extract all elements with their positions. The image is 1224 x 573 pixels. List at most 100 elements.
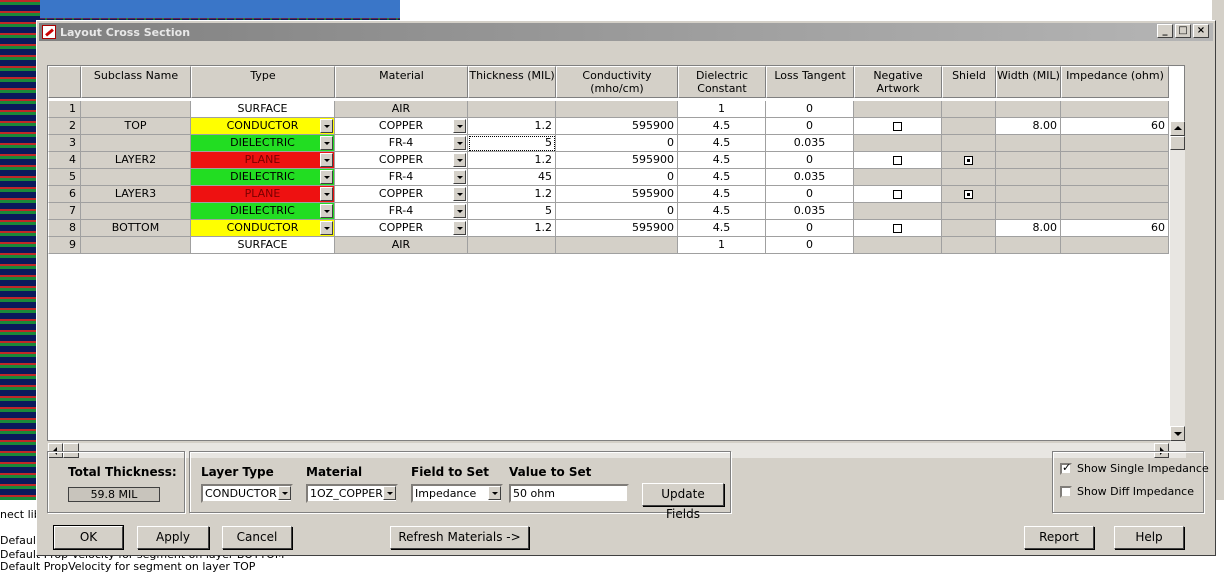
cell-type[interactable]: DIELECTRIC bbox=[191, 135, 335, 152]
table-row[interactable]: 4 LAYER2 PLANE COPPER 1.2 595900 4.5 0 bbox=[48, 152, 1169, 169]
report-button[interactable]: Report bbox=[1024, 526, 1094, 549]
cell-shield[interactable] bbox=[942, 152, 996, 169]
chevron-down-icon[interactable] bbox=[320, 204, 333, 218]
cell-dielectric-constant[interactable]: 4.5 bbox=[678, 118, 766, 135]
cell-material[interactable]: FR-4 bbox=[335, 169, 468, 186]
cell-conductivity[interactable]: 0 bbox=[556, 135, 678, 152]
cell-shield[interactable] bbox=[942, 220, 996, 237]
cell-subclass-name[interactable] bbox=[81, 135, 191, 152]
chevron-down-icon[interactable] bbox=[320, 136, 333, 150]
cell-subclass-name[interactable] bbox=[81, 203, 191, 220]
table-row[interactable]: 1 SURFACE AIR 1 0 bbox=[48, 101, 1169, 118]
negative-artwork-checkbox[interactable] bbox=[893, 121, 902, 131]
cell-material[interactable]: COPPER bbox=[335, 186, 468, 203]
help-button[interactable]: Help bbox=[1114, 526, 1184, 549]
chevron-down-icon[interactable] bbox=[383, 486, 396, 500]
cell-impedance[interactable] bbox=[1061, 101, 1169, 118]
cell-conductivity[interactable] bbox=[556, 101, 678, 118]
chevron-down-icon[interactable] bbox=[278, 486, 291, 500]
cell-thickness[interactable]: 45 bbox=[468, 169, 556, 186]
cell-conductivity[interactable] bbox=[556, 237, 678, 254]
column-header-dielectric-constant[interactable]: Dielectric Constant bbox=[678, 66, 766, 98]
cell-material[interactable]: FR-4 bbox=[335, 135, 468, 152]
cell-thickness[interactable] bbox=[468, 237, 556, 254]
cell-negative-artwork[interactable] bbox=[854, 152, 942, 169]
cell-loss-tangent[interactable]: 0 bbox=[766, 186, 854, 203]
cell-type[interactable]: PLANE bbox=[191, 186, 335, 203]
table-row[interactable]: 2 TOP CONDUCTOR COPPER 1.2 595900 4.5 0 8.00 60 bbox=[48, 118, 1169, 135]
cell-width[interactable] bbox=[996, 203, 1061, 220]
cell-material[interactable]: AIR bbox=[335, 237, 468, 254]
cell-type[interactable]: DIELECTRIC bbox=[191, 203, 335, 220]
cell-material[interactable]: COPPER bbox=[335, 220, 468, 237]
cell-material[interactable]: COPPER bbox=[335, 118, 468, 135]
cell-conductivity[interactable]: 595900 bbox=[556, 220, 678, 237]
scroll-up-button[interactable] bbox=[1170, 121, 1185, 136]
cross-section-grid[interactable]: Subclass Name Type Material Thickness (MIL)… bbox=[47, 65, 1186, 458]
cell-thickness[interactable]: 1.2 bbox=[468, 152, 556, 169]
cell-impedance[interactable] bbox=[1061, 169, 1169, 186]
cell-width[interactable] bbox=[996, 237, 1061, 254]
cell-type[interactable]: CONDUCTOR bbox=[191, 220, 335, 237]
cell-loss-tangent[interactable]: 0 bbox=[766, 152, 854, 169]
cell-width[interactable]: 8.00 bbox=[996, 220, 1061, 237]
cell-width[interactable] bbox=[996, 186, 1061, 203]
cell-thickness[interactable]: 5 bbox=[468, 135, 556, 152]
chevron-down-icon[interactable] bbox=[320, 170, 333, 184]
cell-impedance[interactable] bbox=[1061, 237, 1169, 254]
cancel-button[interactable]: Cancel bbox=[222, 526, 292, 549]
chevron-down-icon[interactable] bbox=[453, 170, 466, 184]
cell-conductivity[interactable]: 595900 bbox=[556, 186, 678, 203]
cell-subclass-name[interactable]: TOP bbox=[81, 118, 191, 135]
column-header-width[interactable]: Width (MIL) bbox=[996, 66, 1061, 98]
cell-width[interactable] bbox=[996, 169, 1061, 186]
chevron-down-icon[interactable] bbox=[453, 187, 466, 201]
field-to-set-select[interactable]: Impedance bbox=[411, 484, 503, 503]
cell-conductivity[interactable]: 0 bbox=[556, 169, 678, 186]
cell-type[interactable]: CONDUCTOR bbox=[191, 118, 335, 135]
cell-subclass-name[interactable]: LAYER2 bbox=[81, 152, 191, 169]
chevron-down-icon[interactable] bbox=[320, 187, 333, 201]
chevron-down-icon[interactable] bbox=[488, 486, 501, 500]
column-header-conductivity[interactable]: Conductivity (mho/cm) bbox=[556, 66, 678, 98]
material-select[interactable]: 1OZ_COPPER bbox=[306, 484, 398, 503]
cell-subclass-name[interactable] bbox=[81, 101, 191, 118]
cell-shield[interactable] bbox=[942, 118, 996, 135]
title-bar[interactable]: Layout Cross Section _ □ × bbox=[39, 23, 1213, 41]
vertical-scroll-thumb[interactable] bbox=[1170, 136, 1185, 150]
cell-thickness[interactable]: 1.2 bbox=[468, 118, 556, 135]
cell-dielectric-constant[interactable]: 4.5 bbox=[678, 203, 766, 220]
cell-type[interactable]: PLANE bbox=[191, 152, 335, 169]
shield-checkbox[interactable] bbox=[964, 155, 973, 165]
negative-artwork-checkbox[interactable] bbox=[893, 155, 902, 165]
cell-shield[interactable] bbox=[942, 186, 996, 203]
cell-dielectric-constant[interactable]: 4.5 bbox=[678, 135, 766, 152]
ok-button[interactable]: OK bbox=[53, 525, 124, 550]
close-button[interactable]: × bbox=[1193, 24, 1209, 38]
chevron-down-icon[interactable] bbox=[320, 153, 333, 167]
cell-negative-artwork[interactable] bbox=[854, 186, 942, 203]
cell-negative-artwork[interactable] bbox=[854, 101, 942, 118]
cell-dielectric-constant[interactable]: 1 bbox=[678, 101, 766, 118]
show-diff-impedance-checkbox[interactable] bbox=[1060, 485, 1072, 498]
cell-shield[interactable] bbox=[942, 101, 996, 118]
table-row[interactable]: 3 DIELECTRIC FR-4 5 0 4.5 0.035 bbox=[48, 135, 1169, 152]
cell-thickness[interactable]: 5 bbox=[468, 203, 556, 220]
cell-dielectric-constant[interactable]: 4.5 bbox=[678, 169, 766, 186]
scroll-down-button[interactable] bbox=[1170, 426, 1185, 441]
layer-type-select[interactable]: CONDUCTOR bbox=[201, 484, 293, 503]
cell-impedance[interactable] bbox=[1061, 186, 1169, 203]
negative-artwork-checkbox[interactable] bbox=[893, 189, 902, 199]
cell-impedance[interactable] bbox=[1061, 135, 1169, 152]
value-to-set-input[interactable]: 50 ohm bbox=[509, 484, 629, 503]
chevron-down-icon[interactable] bbox=[453, 119, 466, 133]
cell-loss-tangent[interactable]: 0.035 bbox=[766, 135, 854, 152]
cell-width[interactable]: 8.00 bbox=[996, 118, 1061, 135]
cell-loss-tangent[interactable]: 0 bbox=[766, 101, 854, 118]
cell-impedance[interactable]: 60 bbox=[1061, 118, 1169, 135]
column-header-subclass-name[interactable]: Subclass Name bbox=[81, 66, 191, 98]
cell-material[interactable]: AIR bbox=[335, 101, 468, 118]
cell-loss-tangent[interactable]: 0.035 bbox=[766, 169, 854, 186]
cell-impedance[interactable]: 60 bbox=[1061, 220, 1169, 237]
cell-width[interactable] bbox=[996, 152, 1061, 169]
